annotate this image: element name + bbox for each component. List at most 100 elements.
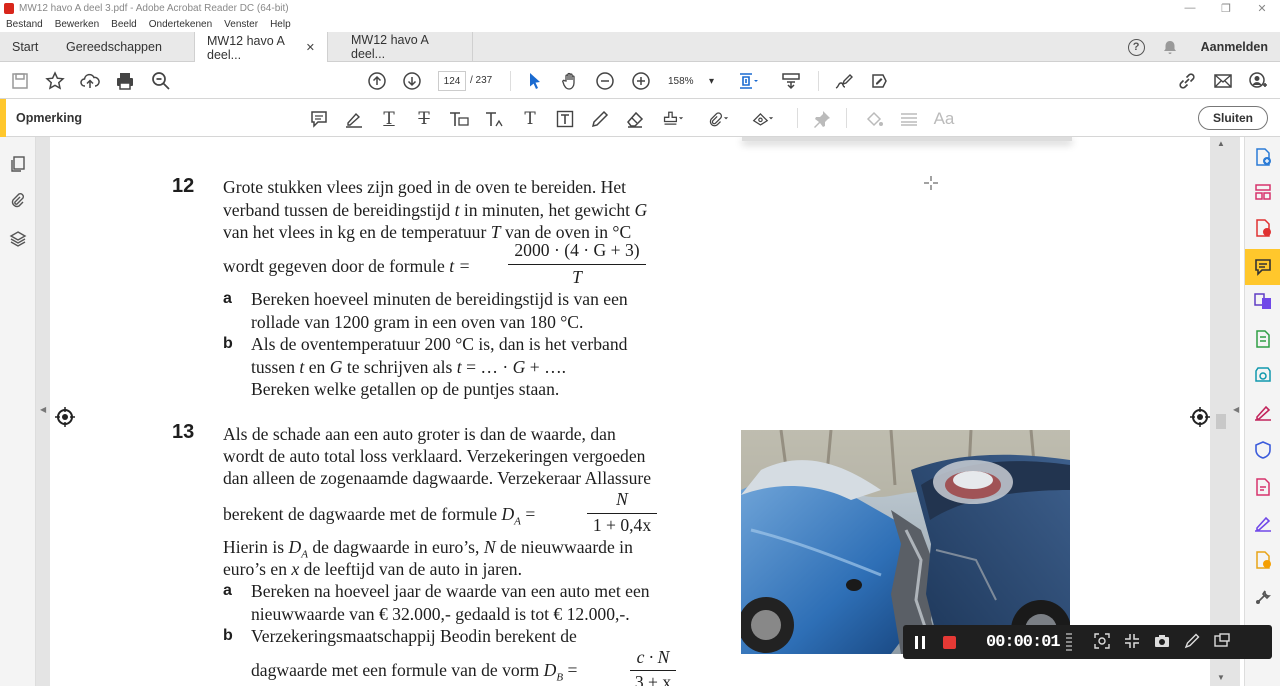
signature-icon[interactable] <box>1253 513 1273 533</box>
send-for-review-icon[interactable] <box>1253 550 1273 570</box>
menu-help[interactable]: Help <box>264 19 297 30</box>
toolbar-divider <box>510 71 511 91</box>
strikethrough-text-icon[interactable]: T <box>413 108 435 130</box>
q12-line-4-text: wordt gegeven door de formule <box>223 256 445 276</box>
camera-icon[interactable] <box>1154 633 1170 652</box>
comment-toolbar: Opmerking T T T Aa Sluiten <box>0 99 1280 137</box>
mouse-crosshair-cursor-icon <box>924 176 938 190</box>
email-icon[interactable] <box>1212 70 1234 92</box>
close-window-button[interactable]: ✕ <box>1244 0 1280 16</box>
crosshair-right-icon[interactable] <box>1190 407 1210 427</box>
menu-window[interactable]: Venster <box>218 19 264 30</box>
toolbar-divider <box>818 71 819 91</box>
q13-b-formula-denominator: 3 + x <box>634 672 672 686</box>
export-pdf-icon[interactable] <box>1253 218 1273 238</box>
zoom-level-select[interactable]: 158% ▾ <box>662 71 720 91</box>
print-icon[interactable] <box>114 70 136 92</box>
tab-tools[interactable]: Gereedschappen <box>54 32 174 62</box>
tab-document-2[interactable]: MW12 havo A deel... <box>339 32 473 62</box>
stamp-icon[interactable] <box>662 108 684 130</box>
tab-home[interactable]: Start <box>0 32 50 62</box>
tab-document-active[interactable]: MW12 havo A deel... ✕ <box>194 32 328 63</box>
sticky-note-icon[interactable] <box>308 108 330 130</box>
compress-pdf-icon[interactable] <box>1253 329 1273 349</box>
shape-tools-icon[interactable] <box>752 108 774 130</box>
left-collapse-arrow-icon[interactable]: ◀ <box>40 405 46 414</box>
eraser-icon[interactable] <box>624 108 646 130</box>
page-number-input[interactable]: 124 <box>438 71 466 91</box>
create-pdf-icon[interactable] <box>1253 147 1273 167</box>
comment-tool-icon[interactable] <box>1253 257 1273 277</box>
save-icon[interactable] <box>9 70 31 92</box>
add-text-icon[interactable]: T <box>519 108 541 130</box>
combine-files-icon[interactable] <box>1253 291 1273 311</box>
next-page-icon[interactable] <box>401 70 423 92</box>
previous-page-table-edge <box>742 137 1072 141</box>
menu-file[interactable]: Bestand <box>0 19 49 30</box>
scrollbar-thumb[interactable] <box>1216 414 1226 429</box>
q13-b-line-1: Verzekeringsmaatschappij Beodin berekent… <box>251 626 577 646</box>
highlight-icon[interactable] <box>343 108 365 130</box>
scroll-mode-icon[interactable] <box>780 70 802 92</box>
attachment-icon[interactable] <box>9 192 27 210</box>
draw-pen-icon[interactable] <box>1184 633 1200 652</box>
insert-text-icon[interactable] <box>484 108 506 130</box>
more-tools-icon[interactable] <box>1253 587 1273 607</box>
prev-page-icon[interactable] <box>366 70 388 92</box>
crosshair-left-icon[interactable] <box>55 407 75 427</box>
attach-icon[interactable] <box>707 108 729 130</box>
left-navigation-pane <box>0 137 36 686</box>
menu-sign[interactable]: Ondertekenen <box>143 19 218 30</box>
page-fit-icon[interactable] <box>737 70 759 92</box>
tab-tools-label: Gereedschappen <box>66 40 162 54</box>
close-comment-button[interactable]: Sluiten <box>1198 106 1268 130</box>
pause-icon[interactable] <box>915 635 925 649</box>
layers-icon[interactable] <box>9 230 27 248</box>
zoom-in-icon[interactable] <box>630 70 652 92</box>
fill-sign-icon[interactable] <box>867 70 889 92</box>
protect-shield-icon[interactable] <box>1253 440 1273 460</box>
right-collapse-arrow-icon[interactable]: ◀ <box>1233 405 1239 414</box>
q13-a-label: a <box>223 582 232 599</box>
q12-line-2-text: verband tussen de bereidingstijd <box>223 200 451 220</box>
recording-timer: 00:00:01 <box>986 632 1061 652</box>
star-icon[interactable] <box>44 70 66 92</box>
share-link-icon[interactable] <box>1176 70 1198 92</box>
scroll-down-arrow-icon[interactable]: ▼ <box>1217 673 1225 682</box>
text-box-icon[interactable] <box>554 108 576 130</box>
q12-line-1-text: Grote stukken vlees zijn goed in de oven… <box>223 177 627 197</box>
sign-pen-icon[interactable] <box>832 70 854 92</box>
pip-window-icon[interactable] <box>1213 632 1230 652</box>
comment-toolbar-label: Opmerking <box>16 111 82 125</box>
zoom-out-icon[interactable] <box>594 70 616 92</box>
scan-ocr-icon[interactable] <box>1253 365 1273 385</box>
underline-text-icon[interactable]: T <box>378 108 400 130</box>
organize-pages-icon[interactable] <box>1253 182 1273 202</box>
q12-formula-denominator: T <box>572 267 582 287</box>
pages-icon[interactable] <box>9 155 27 173</box>
collapse-icon[interactable] <box>1124 633 1140 652</box>
hand-tool-icon[interactable] <box>559 70 581 92</box>
add-user-icon[interactable] <box>1247 70 1269 92</box>
fill-and-sign-icon[interactable] <box>1253 402 1273 422</box>
select-cursor-icon[interactable] <box>524 70 546 92</box>
maximize-button[interactable]: ❐ <box>1208 0 1244 16</box>
screenshot-region-icon[interactable] <box>1093 632 1110 652</box>
tab-close-icon[interactable]: ✕ <box>306 41 315 54</box>
signin-button[interactable]: Aanmelden <box>1201 40 1268 54</box>
zoom-search-icon[interactable] <box>150 70 172 92</box>
menu-view[interactable]: Beeld <box>105 19 143 30</box>
vertical-scrollbar[interactable]: ▲ ▼ <box>1214 137 1228 686</box>
stop-record-icon[interactable] <box>943 635 956 649</box>
help-icon[interactable]: ? <box>1127 38 1145 56</box>
replace-text-icon[interactable] <box>448 108 470 130</box>
minimize-button[interactable]: — <box>1172 0 1208 16</box>
scroll-up-arrow-icon[interactable]: ▲ <box>1217 139 1225 148</box>
edit-pdf-icon[interactable] <box>1253 477 1273 497</box>
q13-line-1: Als de schade aan een auto groter is dan… <box>223 424 616 444</box>
menu-edit[interactable]: Bewerken <box>49 19 105 30</box>
comment-accent-bar <box>0 99 6 137</box>
upload-cloud-icon[interactable] <box>79 70 101 92</box>
bell-icon[interactable] <box>1163 40 1177 55</box>
pencil-icon[interactable] <box>589 108 611 130</box>
